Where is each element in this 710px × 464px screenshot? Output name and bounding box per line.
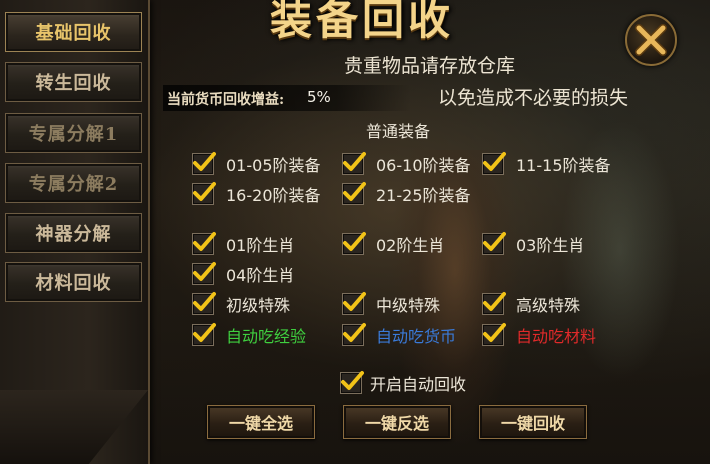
checkbox-label: 中级特殊 [376, 296, 441, 315]
checkmark-icon [483, 152, 506, 171]
sidebar-item-material-recycle[interactable]: 材料回收 [5, 262, 142, 302]
checkbox-box[interactable] [342, 232, 366, 255]
checkbox-label: 03阶生肖 [516, 236, 585, 255]
checkmark-icon [483, 323, 506, 342]
checkbox-label: 04阶生肖 [226, 266, 295, 285]
checkmark-icon [341, 371, 364, 390]
checkmark-icon [193, 182, 216, 201]
checkmark-icon [483, 292, 506, 311]
checkbox-box[interactable] [482, 292, 506, 315]
checkbox-box[interactable] [482, 323, 506, 346]
checkbox-box[interactable] [340, 371, 364, 394]
checkmark-icon [193, 292, 216, 311]
notice-line-2: 以免造成不必要的损失 [438, 87, 629, 109]
checkbox-special-low[interactable]: 初级特殊 [192, 292, 291, 315]
recycle-panel: 基础回收 转生回收 专属分解1 专属分解2 神器分解 材料回收 装备回收 贵重物… [0, 0, 710, 464]
checkbox-label: 02阶生肖 [376, 236, 445, 255]
notice-line-1: 贵重物品请存放仓库 [344, 55, 516, 77]
checkmark-icon [343, 292, 366, 311]
checkbox-label: 高级特殊 [516, 296, 581, 315]
checkbox-box[interactable] [192, 152, 216, 175]
checkbox-zodiac-01[interactable]: 01阶生肖 [192, 232, 295, 255]
checkbox-box[interactable] [192, 262, 216, 285]
checkbox-label: 自动吃经验 [226, 327, 307, 346]
checkbox-box[interactable] [192, 232, 216, 255]
checkbox-auto-material[interactable]: 自动吃材料 [482, 323, 597, 346]
checkbox-label: 06-10阶装备 [376, 156, 471, 175]
close-x-icon [635, 24, 667, 56]
sidebar-item-basic-recycle[interactable]: 基础回收 [5, 12, 142, 52]
checkbox-eq-16-20[interactable]: 16-20阶装备 [192, 182, 321, 205]
checkbox-box[interactable] [482, 152, 506, 175]
checkbox-box[interactable] [342, 292, 366, 315]
sidebar-item-exclusive-decompose-1[interactable]: 专属分解1 [5, 113, 142, 153]
checkbox-special-high[interactable]: 高级特殊 [482, 292, 581, 315]
checkbox-auto-recycle[interactable]: 开启自动回收 [340, 371, 467, 394]
checkbox-label: 自动吃材料 [516, 327, 597, 346]
checkbox-eq-21-25[interactable]: 21-25阶装备 [342, 182, 471, 205]
sidebar-item-artifact-decompose[interactable]: 神器分解 [5, 213, 142, 253]
checkmark-icon [193, 323, 216, 342]
checkmark-icon [483, 232, 506, 251]
checkbox-label: 01-05阶装备 [226, 156, 321, 175]
checkbox-label: 自动吃货币 [376, 327, 457, 346]
checkbox-special-mid[interactable]: 中级特殊 [342, 292, 441, 315]
checkmark-icon [343, 182, 366, 201]
checkmark-icon [193, 152, 216, 171]
checkmark-icon [343, 152, 366, 171]
sidebar-ornament [0, 390, 148, 464]
checkbox-label: 01阶生肖 [226, 236, 295, 255]
checkbox-box[interactable] [342, 152, 366, 175]
gain-label: 当前货币回收增益: [167, 92, 285, 108]
checkbox-label: 21-25阶装备 [376, 186, 471, 205]
invert-selection-button[interactable]: 一键反选 [343, 405, 451, 439]
close-button[interactable] [625, 14, 677, 66]
checkbox-label: 初级特殊 [226, 296, 291, 315]
section-heading: 普通装备 [366, 122, 431, 141]
checkbox-eq-06-10[interactable]: 06-10阶装备 [342, 152, 471, 175]
checkbox-box[interactable] [342, 323, 366, 346]
checkmark-icon [343, 323, 366, 342]
checkbox-box[interactable] [192, 323, 216, 346]
page-title: 装备回收 [270, 0, 455, 44]
checkbox-eq-01-05[interactable]: 01-05阶装备 [192, 152, 321, 175]
sidebar-item-exclusive-decompose-2[interactable]: 专属分解2 [5, 163, 142, 203]
checkbox-box[interactable] [192, 292, 216, 315]
checkbox-box[interactable] [192, 182, 216, 205]
checkbox-label: 开启自动回收 [370, 375, 467, 394]
checkmark-icon [343, 232, 366, 251]
checkmark-icon [193, 232, 216, 251]
checkbox-zodiac-04[interactable]: 04阶生肖 [192, 262, 295, 285]
checkbox-label: 16-20阶装备 [226, 186, 321, 205]
checkbox-label: 11-15阶装备 [516, 156, 611, 175]
checkbox-eq-11-15[interactable]: 11-15阶装备 [482, 152, 611, 175]
checkbox-box[interactable] [342, 182, 366, 205]
checkbox-zodiac-03[interactable]: 03阶生肖 [482, 232, 585, 255]
sidebar: 基础回收 转生回收 专属分解1 专属分解2 神器分解 材料回收 [0, 0, 150, 464]
checkbox-auto-exp[interactable]: 自动吃经验 [192, 323, 307, 346]
checkbox-box[interactable] [482, 232, 506, 255]
checkbox-auto-currency[interactable]: 自动吃货币 [342, 323, 457, 346]
recycle-all-button[interactable]: 一键回收 [479, 405, 587, 439]
gain-value: 5% [307, 88, 331, 106]
select-all-button[interactable]: 一键全选 [207, 405, 315, 439]
checkmark-icon [193, 262, 216, 281]
checkbox-zodiac-02[interactable]: 02阶生肖 [342, 232, 445, 255]
sidebar-item-rebirth-recycle[interactable]: 转生回收 [5, 62, 142, 102]
